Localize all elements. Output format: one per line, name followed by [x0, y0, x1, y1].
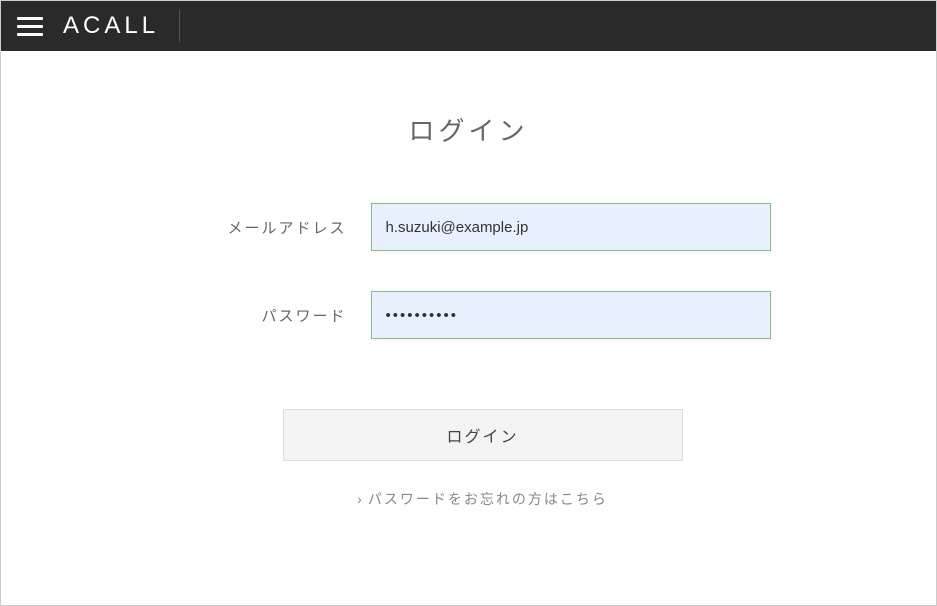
page-title: ログイン [408, 111, 528, 148]
email-input[interactable] [371, 203, 771, 251]
password-input[interactable] [371, 291, 771, 339]
email-row: メールアドレス [1, 203, 936, 251]
app-window: ACALL ログイン メールアドレス パスワード ログイン パスワードをお忘れの… [0, 0, 937, 606]
email-label: メールアドレス [167, 217, 347, 238]
password-label: パスワード [167, 305, 347, 326]
menu-icon[interactable] [17, 13, 43, 39]
password-row: パスワード [1, 291, 936, 339]
app-header: ACALL [1, 1, 936, 51]
forgot-password-link[interactable]: パスワードをお忘れの方はこちら [357, 489, 608, 509]
app-logo: ACALL [63, 10, 180, 42]
login-button[interactable]: ログイン [283, 409, 683, 461]
login-content: ログイン メールアドレス パスワード ログイン パスワードをお忘れの方はこちら [1, 51, 936, 605]
